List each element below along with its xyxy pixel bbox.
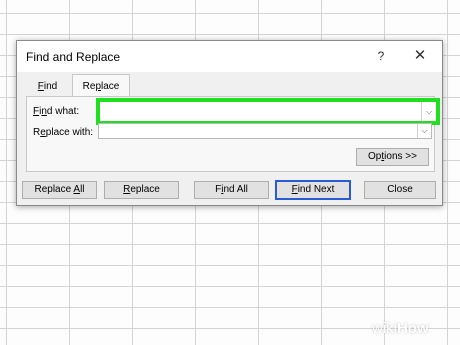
tab-replace-suffix: lace bbox=[101, 81, 120, 92]
dialog-title: Find and Replace bbox=[26, 50, 121, 64]
close-button[interactable]: Close bbox=[364, 181, 436, 199]
find-next-suffix: ind Next bbox=[297, 184, 335, 195]
find-what-label: Find what: bbox=[33, 106, 79, 117]
tab-replace[interactable]: Replace bbox=[72, 74, 130, 97]
find-all-button[interactable]: Find All bbox=[194, 181, 269, 199]
dialog-titlebar: Find and Replace ? ✕ bbox=[17, 41, 442, 72]
replace-button[interactable]: Replace bbox=[104, 181, 179, 199]
watermark-prefix: wiki bbox=[372, 320, 397, 337]
find-next-button[interactable]: Find Next bbox=[275, 180, 351, 200]
help-icon[interactable]: ? bbox=[372, 47, 390, 65]
options-button[interactable]: Options >> bbox=[356, 148, 429, 166]
replace-all-prefix: Replace bbox=[34, 184, 74, 195]
chevron-down-icon[interactable]: ⌵ bbox=[417, 124, 431, 138]
tab-replace-prefix: Re bbox=[82, 81, 96, 92]
find-all-suffix: nd All bbox=[223, 184, 248, 195]
replace-with-label: Replace with: bbox=[33, 127, 93, 138]
close-icon[interactable]: ✕ bbox=[409, 46, 431, 66]
find-what-input[interactable]: ⌵ bbox=[96, 98, 440, 125]
find-replace-dialog: Find and Replace ? ✕ Find Replace Find w… bbox=[16, 40, 443, 206]
tab-find-suffix: ind bbox=[43, 81, 58, 92]
options-suffix: ions >> bbox=[384, 151, 417, 162]
options-prefix: Op bbox=[368, 151, 382, 162]
replace-all-suffix: ll bbox=[80, 184, 85, 195]
chevron-down-icon[interactable]: ⌵ bbox=[421, 102, 436, 121]
tab-find[interactable]: Find bbox=[26, 78, 69, 97]
wikihow-watermark: wikiHow bbox=[372, 320, 429, 337]
find-what-label-end: d what: bbox=[46, 106, 80, 117]
replace-with-input[interactable]: ⌵ bbox=[98, 123, 432, 139]
replace-all-button[interactable]: Replace All bbox=[22, 181, 97, 199]
watermark-suffix: How bbox=[397, 320, 429, 337]
replace-suffix: eplace bbox=[130, 184, 160, 195]
replace-with-label-rest: place with: bbox=[45, 127, 94, 138]
